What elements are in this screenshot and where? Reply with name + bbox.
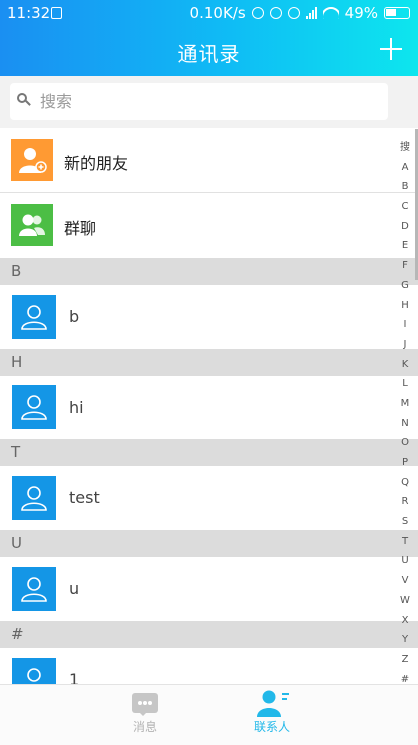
index-letter[interactable]: U	[398, 551, 412, 571]
index-letter[interactable]: B	[398, 177, 412, 197]
contact-avatar-icon	[12, 476, 56, 520]
contact-name: u	[69, 579, 80, 598]
index-letter[interactable]: O	[398, 433, 412, 453]
index-letter[interactable]: X	[398, 611, 412, 631]
new-friends-item[interactable]: 新的朋友	[0, 128, 418, 192]
signal-icon	[305, 7, 317, 19]
contact-avatar-icon	[12, 567, 56, 611]
contact-avatar-icon	[12, 295, 56, 339]
battery-percent: 49%	[344, 4, 378, 22]
index-letter[interactable]: M	[398, 394, 412, 414]
contact-item[interactable]: b	[0, 285, 418, 349]
index-letter[interactable]: P	[398, 453, 412, 473]
index-letter[interactable]: T	[398, 532, 412, 552]
index-letter[interactable]: V	[398, 571, 412, 591]
contact-name: test	[69, 488, 100, 507]
page-title: 通讯录	[177, 42, 241, 66]
tab-contacts[interactable]: 联系人	[232, 685, 312, 745]
mute-icon	[269, 7, 282, 19]
index-letter[interactable]: I	[398, 315, 412, 335]
index-letter[interactable]: E	[398, 236, 412, 256]
new-friends-label: 新的朋友	[64, 154, 129, 173]
section-letter: #	[11, 625, 24, 643]
index-letter[interactable]: D	[398, 217, 412, 237]
network-speed: 0.10K/s	[189, 4, 246, 22]
index-letter[interactable]: G	[398, 276, 412, 296]
section-letter: T	[11, 443, 21, 461]
index-letter[interactable]: A	[398, 158, 412, 178]
alarm-icon	[287, 7, 300, 19]
bottom-nav: 消息 联系人	[0, 684, 418, 745]
index-letter[interactable]: J	[398, 335, 412, 355]
index-letter[interactable]: 搜	[398, 138, 412, 158]
index-letter[interactable]: W	[398, 591, 412, 611]
search-area	[0, 76, 418, 128]
status-time: 11:32	[7, 4, 51, 22]
index-letter[interactable]: Z	[398, 650, 412, 670]
index-letter[interactable]: L	[398, 374, 412, 394]
search-icon	[17, 93, 31, 107]
contact-name: hi	[69, 398, 84, 417]
status-bar: 11:32 0.10K/s 49%	[0, 0, 418, 26]
tab-messages-label: 消息	[132, 720, 157, 734]
contact-name: b	[69, 307, 80, 326]
contact-avatar-icon	[12, 658, 56, 684]
search-box[interactable]	[10, 83, 388, 120]
group-chat-item[interactable]: 群聊	[0, 193, 418, 258]
contact-item[interactable]: 1	[0, 648, 418, 684]
index-letter[interactable]: Y	[398, 630, 412, 650]
section-header: B	[0, 258, 418, 285]
index-letter[interactable]: F	[398, 256, 412, 276]
section-letter: H	[11, 353, 23, 371]
index-letter[interactable]: R	[398, 492, 412, 512]
contact-item[interactable]: hi	[0, 376, 418, 439]
section-header: U	[0, 530, 418, 557]
group-chat-icon	[11, 204, 53, 246]
index-letter[interactable]: H	[398, 296, 412, 316]
add-contact-button[interactable]	[380, 38, 402, 60]
app-header: 11:32 0.10K/s 49% 通讯录	[0, 0, 418, 76]
contact-name: 1	[69, 670, 80, 684]
section-letter: B	[11, 262, 22, 280]
new-friend-icon	[11, 139, 53, 181]
contacts-icon	[257, 690, 289, 717]
index-letter[interactable]: C	[398, 197, 412, 217]
group-chat-label: 群聊	[64, 219, 97, 238]
contact-list[interactable]: 新的朋友 群聊 B b H hi T test U u # 1	[0, 128, 418, 684]
headset-icon	[251, 7, 264, 19]
index-letter[interactable]: K	[398, 355, 412, 375]
chat-bubble-icon	[132, 693, 158, 716]
tab-messages[interactable]: 消息	[105, 685, 185, 745]
tab-contacts-label: 联系人	[253, 720, 290, 734]
search-input[interactable]	[40, 83, 380, 120]
notification-icon	[51, 7, 62, 19]
contact-item[interactable]: test	[0, 466, 418, 530]
section-letter: U	[11, 534, 22, 552]
contact-item[interactable]: u	[0, 557, 418, 621]
alphabet-index[interactable]: 搜 A B C D E F G H I J K L M N O P Q R S T U V W X Y Z #	[398, 138, 412, 689]
section-header: #	[0, 621, 418, 648]
index-letter[interactable]: N	[398, 414, 412, 434]
battery-icon	[384, 7, 410, 19]
section-header: H	[0, 349, 418, 376]
wifi-icon	[322, 7, 339, 19]
status-indicators: 0.10K/s 49%	[190, 4, 410, 22]
index-letter[interactable]: Q	[398, 473, 412, 493]
index-letter[interactable]: S	[398, 512, 412, 532]
section-header: T	[0, 439, 418, 466]
contact-avatar-icon	[12, 385, 56, 429]
